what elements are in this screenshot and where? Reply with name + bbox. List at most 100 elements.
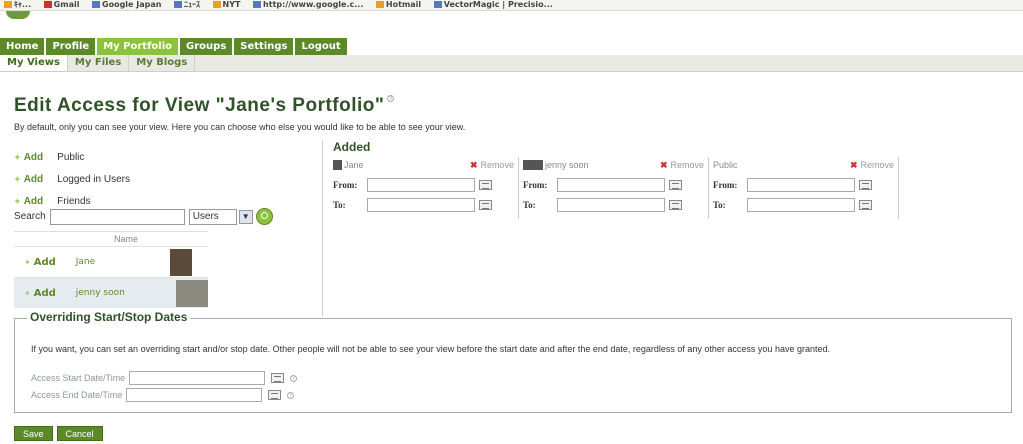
- to-row: To:: [333, 196, 514, 213]
- help-icon[interactable]: ?: [387, 95, 395, 102]
- remove-icon: ✖: [469, 159, 478, 170]
- remove-button[interactable]: ✖ Remove: [660, 160, 704, 171]
- add-icon: ✦: [14, 196, 21, 206]
- add-user-button[interactable]: ✦ Add: [24, 257, 56, 268]
- search-type-select[interactable]: Users: [188, 208, 237, 225]
- add-label: Add: [23, 151, 44, 163]
- added-panel: Added Jane ✖ Remove From: To: jenny soon …: [333, 140, 903, 219]
- start-date-label: Access Start Date/Time: [31, 373, 126, 383]
- main-nav: Home Profile My Portfolio Groups Setting…: [0, 38, 349, 55]
- calendar-icon[interactable]: [669, 199, 682, 210]
- add-icon: ✦: [24, 288, 31, 298]
- bookmark-item[interactable]: http://www.google.c...: [253, 0, 363, 9]
- help-icon[interactable]: ?: [290, 374, 298, 382]
- table-row: ✦ Add jenny soon: [14, 277, 208, 308]
- avatar: [170, 249, 192, 276]
- save-button[interactable]: Save: [14, 426, 53, 441]
- add-icon: ✦: [24, 257, 31, 267]
- add-icon: ✦: [14, 174, 21, 184]
- from-label: From:: [713, 179, 738, 190]
- subnav-tab-my-views[interactable]: My Views: [0, 55, 68, 71]
- add-public-button[interactable]: ✦ Add: [14, 152, 43, 163]
- help-icon[interactable]: ?: [287, 391, 295, 399]
- bookmark-item[interactable]: Hotmail: [375, 0, 421, 9]
- to-date-input[interactable]: [557, 197, 665, 212]
- to-date-input[interactable]: [747, 197, 855, 212]
- to-row: To:: [713, 196, 894, 213]
- remove-icon: ✖: [659, 159, 668, 170]
- from-date-input[interactable]: [367, 177, 475, 192]
- add-friends-button[interactable]: ✦ Add: [14, 196, 43, 207]
- remove-label: Remove: [480, 159, 514, 170]
- bookmark-item[interactable]: Google Japan: [92, 0, 161, 9]
- calendar-icon[interactable]: [271, 373, 285, 383]
- bookmark-item[interactable]: NYT: [212, 0, 241, 9]
- chevron-down-icon[interactable]: ▼: [238, 209, 253, 224]
- nav-tab-my-portfolio[interactable]: My Portfolio: [97, 38, 179, 55]
- nav-tab-groups[interactable]: Groups: [180, 38, 233, 55]
- bookmark-item[interactable]: ﾆｭｰｽ: [174, 0, 200, 9]
- bookmark-label: ｷｬ...: [14, 0, 32, 9]
- cancel-button[interactable]: Cancel: [56, 426, 103, 441]
- subnav-tab-my-blogs[interactable]: My Blogs: [129, 55, 196, 71]
- page-title-text: Edit Access for View "Jane's Portfolio": [14, 95, 385, 116]
- remove-button[interactable]: ✖ Remove: [470, 160, 514, 171]
- entry-name: jenny soon: [545, 159, 589, 170]
- start-date-input[interactable]: [129, 371, 266, 385]
- nav-tab-logout[interactable]: Logout: [295, 38, 347, 55]
- bookmark-item[interactable]: Gmail: [43, 0, 79, 9]
- user-icon: [523, 160, 543, 171]
- bookmark-label: http://www.google.c...: [263, 0, 364, 9]
- entry-name: Jane: [344, 159, 364, 170]
- access-option-row: ✦ Add Logged in Users: [14, 168, 314, 190]
- override-title: Overriding Start/Stop Dates: [27, 310, 191, 324]
- calendar-icon[interactable]: [479, 199, 492, 210]
- hotmail-icon: [375, 1, 384, 8]
- entry-header: jenny soon ✖ Remove: [523, 157, 704, 173]
- calendar-icon[interactable]: [268, 390, 282, 400]
- from-label: From:: [333, 179, 358, 190]
- from-date-input[interactable]: [747, 177, 855, 192]
- add-user-button[interactable]: ✦ Add: [24, 288, 56, 299]
- to-label: To:: [333, 199, 346, 210]
- user-name: Jane: [75, 257, 96, 267]
- add-icon: ✦: [14, 152, 21, 162]
- to-label: To:: [523, 199, 536, 210]
- to-date-input[interactable]: [367, 197, 475, 212]
- nav-tab-home[interactable]: Home: [0, 38, 45, 55]
- from-row: From:: [333, 176, 514, 193]
- google-icon: [92, 1, 101, 8]
- calendar-icon[interactable]: [859, 179, 872, 190]
- from-row: From:: [713, 176, 894, 193]
- bookmark-label: ﾆｭｰｽ: [184, 0, 200, 9]
- from-date-input[interactable]: [557, 177, 665, 192]
- table-header-name: Name: [113, 234, 138, 244]
- site-logo[interactable]: [6, 11, 30, 19]
- search-go-button[interactable]: [255, 208, 273, 225]
- nav-tab-settings[interactable]: Settings: [234, 38, 294, 55]
- entry-header: Public ✖ Remove: [713, 157, 894, 173]
- search-row: Search Users ▼: [14, 208, 273, 225]
- calendar-icon[interactable]: [669, 179, 682, 190]
- search-input[interactable]: [49, 208, 185, 225]
- user-icon: [333, 160, 342, 171]
- access-option-row: ✦ Add Public: [14, 146, 314, 168]
- subnav-tab-my-files[interactable]: My Files: [68, 55, 130, 71]
- added-entry: Public ✖ Remove From: To:: [713, 157, 899, 219]
- add-label: Add: [23, 173, 44, 185]
- end-date-input[interactable]: [126, 388, 263, 402]
- calendar-icon[interactable]: [479, 179, 492, 190]
- calendar-icon[interactable]: [859, 199, 872, 210]
- nav-tab-profile[interactable]: Profile: [46, 38, 96, 55]
- form-actions: Save Cancel: [14, 426, 107, 441]
- remove-icon: ✖: [849, 159, 858, 170]
- bookmark-item[interactable]: ｷｬ...: [4, 0, 31, 9]
- added-entry: Jane ✖ Remove From: To:: [333, 157, 519, 219]
- remove-button[interactable]: ✖ Remove: [850, 160, 894, 171]
- entry-name: Public: [713, 160, 738, 170]
- bookmark-icon: [433, 1, 442, 8]
- bookmark-item[interactable]: VectorMagic | Precisio...: [433, 0, 553, 9]
- select-value: Users: [192, 210, 219, 222]
- gmail-icon: [43, 1, 52, 8]
- add-logged-in-users-button[interactable]: ✦ Add: [14, 174, 43, 185]
